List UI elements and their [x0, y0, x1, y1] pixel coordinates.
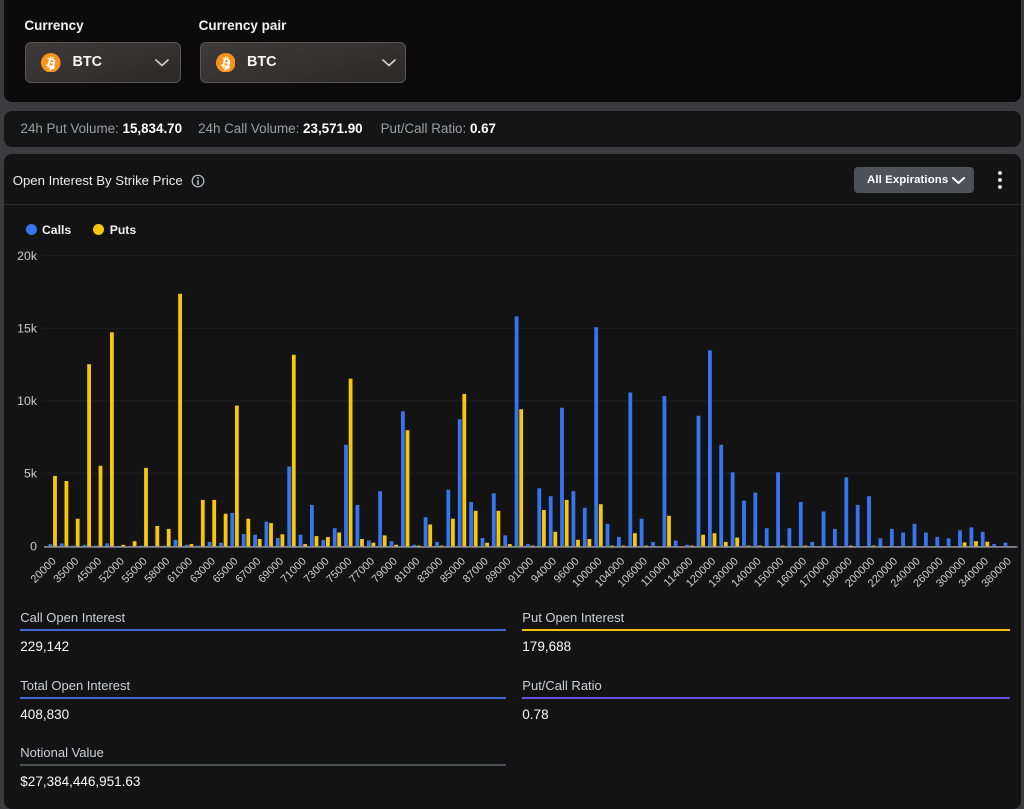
svg-text:0: 0	[30, 539, 37, 553]
svg-text:10k: 10k	[17, 394, 38, 408]
svg-text:15k: 15k	[17, 322, 38, 336]
svg-text:20k: 20k	[17, 249, 38, 263]
svg-text:5k: 5k	[24, 467, 38, 481]
